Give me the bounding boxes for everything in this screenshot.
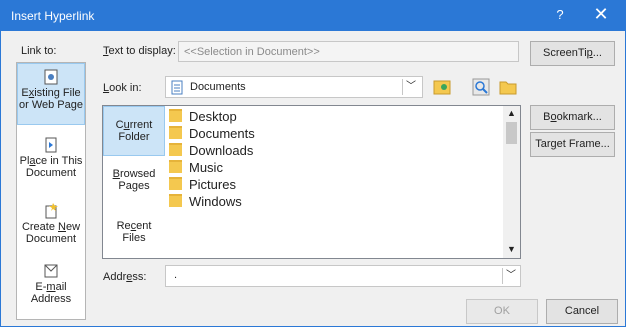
recent-files-tab[interactable]: Recent Files — [103, 220, 165, 260]
close-icon[interactable]: ✕ — [591, 4, 611, 25]
text-to-display-input[interactable]: <<Selection in Document>> — [178, 41, 519, 62]
text-to-display-label: Text to display: — [103, 45, 176, 57]
folder-icon — [169, 160, 182, 173]
help-icon[interactable]: ? — [550, 7, 570, 22]
link-to-pane: Existing File or Web Page Place in This Do… — [16, 62, 86, 320]
folder-icon — [169, 194, 182, 207]
folder-icon — [169, 143, 182, 156]
text-to-display-value: <<Selection in Document>> — [184, 46, 320, 58]
chevron-down-icon[interactable]: ﹀ — [402, 79, 419, 95]
link-to-place-in-document[interactable]: Place in This Document — [17, 137, 85, 191]
title-bar: Insert Hyperlink ? ✕ — [1, 1, 625, 31]
current-folder-tab[interactable]: Current Folder — [103, 106, 165, 156]
browse-web-search-icon[interactable] — [471, 77, 491, 97]
browse-file-folder-icon[interactable] — [498, 77, 518, 97]
scroll-thumb[interactable] — [506, 122, 517, 144]
list-item[interactable]: Pictures — [169, 176, 236, 193]
cancel-button[interactable]: Cancel — [546, 299, 618, 324]
list-item[interactable]: Downloads — [169, 142, 253, 159]
list-item[interactable]: Windows — [169, 193, 242, 210]
scroll-down-icon[interactable]: ▼ — [503, 244, 520, 254]
list-item[interactable]: Music — [169, 159, 223, 176]
place-in-document-icon — [45, 137, 57, 153]
file-list: Desktop Documents Downloads Music Pictur… — [165, 106, 502, 258]
address-input[interactable]: . ﹀ — [165, 265, 521, 287]
address-label: Address: — [103, 271, 147, 283]
folder-icon — [169, 126, 182, 139]
create-new-document-label: Create New Document — [21, 221, 81, 245]
screentip-button[interactable]: ScreenTip... — [530, 41, 615, 66]
bookmark-button[interactable]: Bookmark... — [530, 105, 615, 130]
browsed-pages-tab[interactable]: Browsed Pages — [103, 168, 165, 208]
insert-hyperlink-dialog: Insert Hyperlink ? ✕ Link to: Text to di… — [0, 0, 626, 327]
link-to-email-address[interactable]: E-mail Address — [17, 263, 85, 319]
create-new-document-icon — [45, 203, 58, 219]
chevron-down-icon[interactable]: ﹀ — [502, 268, 519, 284]
email-address-label: E-mail Address — [30, 281, 72, 305]
folder-icon — [169, 109, 182, 122]
list-item[interactable]: Desktop — [169, 108, 237, 125]
file-browser: Current Folder Browsed Pages Recent Files D… — [102, 105, 521, 259]
link-to-existing-file[interactable]: Existing File or Web Page — [17, 63, 85, 125]
list-item[interactable]: Documents — [169, 125, 255, 142]
browse-web-icon[interactable] — [432, 77, 452, 97]
existing-file-icon — [44, 69, 58, 85]
look-in-dropdown[interactable]: Documents ﹀ — [165, 76, 423, 98]
link-to-create-new-document[interactable]: Create New Document — [17, 203, 85, 257]
place-in-document-label: Place in This Document — [19, 155, 83, 179]
email-address-icon — [44, 264, 58, 278]
target-frame-button[interactable]: Target Frame... — [530, 132, 615, 157]
scroll-up-icon[interactable]: ▲ — [503, 108, 520, 118]
existing-file-label: Existing File or Web Page — [18, 87, 83, 111]
address-value: . — [174, 269, 178, 281]
ok-button[interactable]: OK — [466, 299, 538, 324]
look-in-label: Look in: — [103, 82, 142, 94]
folder-icon — [169, 177, 182, 190]
vertical-scrollbar[interactable]: ▲ ▼ — [503, 106, 520, 258]
documents-folder-icon — [171, 80, 183, 95]
window-title: Insert Hyperlink — [11, 9, 95, 23]
link-to-label: Link to: — [21, 45, 57, 57]
look-in-value: Documents — [190, 81, 246, 93]
